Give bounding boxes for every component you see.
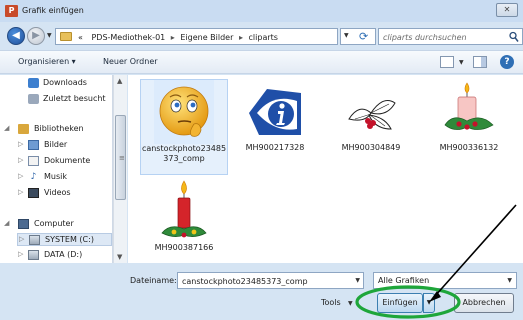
powerpoint-icon: P [5,5,18,17]
insert-options-dropdown[interactable]: ▼ [423,293,435,313]
nav-item-music[interactable]: ▷ ♪ Musik [18,171,112,184]
file-name: MH900217328 [245,143,305,152]
drive-icon [28,250,39,260]
insert-button[interactable]: Einfügen [377,293,423,313]
file-name: MH900336132 [439,143,499,152]
address-row: ◀ ▶ ▼ « PDS-Mediothek-01 ▸ Eigene Bilder… [0,24,523,48]
breadcrumb-item-cliparts[interactable]: cliparts [249,33,278,42]
chevron-right-icon[interactable]: ▸ [171,33,175,42]
nav-item-data-d[interactable]: ▷ DATA (D:) [18,249,112,262]
breadcrumb-item-mediothek[interactable]: PDS-Mediothek-01 [91,33,165,42]
recent-icon [28,94,39,104]
search-icon[interactable] [509,31,519,43]
chevron-down-icon[interactable]: ▼ [348,300,353,307]
breadcrumb-item-eigene-bilder[interactable]: Eigene Bilder [180,33,233,42]
chevron-down-icon[interactable]: ▼ [507,277,512,284]
pictures-icon [28,140,39,150]
downloads-icon [28,78,39,88]
holly-icon [348,100,396,130]
window-title: Grafik einfügen [22,6,84,15]
nav-item-libraries[interactable]: ◢ Bibliotheken [4,123,112,136]
nav-item-documents[interactable]: ▷ Dokumente [18,155,112,168]
breadcrumb-overflow[interactable]: « [78,33,83,42]
insert-picture-dialog: P Grafik einfügen ✕ ◀ ▶ ▼ « PDS-Mediothe… [0,0,523,320]
filename-dropdown[interactable]: ▼ [355,277,360,284]
collapse-triangle-icon[interactable]: ◢ [4,124,9,132]
thinking-emoji-icon [159,86,209,137]
close-button[interactable]: ✕ [496,3,518,17]
address-dropdown[interactable]: ▼ [344,32,349,39]
preview-pane-icon[interactable] [473,56,487,68]
file-item-mh900336132[interactable]: MH900336132 [425,79,513,153]
file-list: canstockphoto23485373_comp MH900217328 M… [128,75,523,263]
recent-pages-dropdown[interactable]: ▼ [47,32,52,39]
command-toolbar: Organisieren ▾ Neuer Ordner ▼ ? [0,50,523,74]
search-box[interactable] [378,28,523,45]
address-actions: ▼ ⟳ [340,28,376,45]
info-logo-icon [249,89,301,135]
expand-triangle-icon[interactable]: ▷ [19,235,24,243]
back-button[interactable]: ◀ [7,27,25,45]
chevron-right-icon[interactable]: ▸ [239,33,243,42]
documents-icon [28,156,39,166]
drive-icon [29,235,40,245]
candle-wreath-icon [444,82,494,130]
expand-triangle-icon[interactable]: ▷ [18,188,23,196]
libraries-icon [18,124,29,134]
refresh-icon[interactable]: ⟳ [359,30,368,43]
breadcrumb: « PDS-Mediothek-01 ▸ Eigene Bilder ▸ cli… [78,33,278,42]
videos-icon [28,188,39,198]
expand-triangle-icon[interactable]: ▷ [18,250,23,258]
view-mode-dropdown[interactable]: ▼ [459,59,464,66]
filename-label: Dateiname: [130,276,177,285]
nav-item-recent[interactable]: Zuletzt besucht [28,93,112,106]
forward-button[interactable]: ▶ [27,27,45,45]
filename-input[interactable] [182,275,347,287]
grip-icon: ≡ [119,154,125,162]
tools-menu[interactable]: Tools [321,298,341,307]
nav-item-videos[interactable]: ▷ Videos [18,187,112,200]
scroll-up-arrow[interactable]: ▲ [117,77,122,85]
music-icon: ♪ [28,172,39,182]
file-item-mh900217328[interactable]: MH900217328 [231,79,319,153]
navigation-pane: Downloads Zuletzt besucht ◢ Bibliotheken… [0,75,113,263]
file-name: MH900304849 [341,143,401,152]
file-name: MH900387166 [154,243,214,252]
dialog-footer: Dateiname: ▼ Alle Grafiken ▼ Tools ▼ Ein… [0,263,523,320]
scroll-down-arrow[interactable]: ▼ [117,253,122,261]
file-item-canstockphoto[interactable]: canstockphoto23485373_comp [140,79,228,175]
title-bar: P Grafik einfügen ✕ [0,0,523,22]
search-input[interactable] [383,31,503,43]
folder-icon [60,32,72,41]
help-icon[interactable]: ? [500,55,514,69]
address-bar[interactable]: « PDS-Mediothek-01 ▸ Eigene Bilder ▸ cli… [55,28,338,45]
cancel-button[interactable]: Abbrechen [454,293,514,313]
expand-triangle-icon[interactable]: ▷ [18,156,23,164]
scroll-thumb[interactable]: ≡ [115,115,126,200]
file-type-filter[interactable]: Alle Grafiken ▼ [373,272,517,289]
nav-item-computer[interactable]: ◢ Computer [4,218,112,231]
expand-triangle-icon[interactable]: ▷ [18,172,23,180]
file-type-value: Alle Grafiken [378,276,430,285]
nav-scrollbar[interactable]: ▲ ≡ ▼ [113,75,127,263]
expand-triangle-icon[interactable]: ▷ [18,140,23,148]
view-mode-icon[interactable] [440,56,454,68]
filename-field[interactable]: ▼ [177,272,364,289]
organize-button[interactable]: Organisieren ▾ [18,57,76,66]
file-item-mh900387166[interactable]: MH900387166 [140,179,228,253]
candle-icon [161,180,207,238]
computer-icon [18,219,29,229]
new-folder-button[interactable]: Neuer Ordner [103,57,158,66]
nav-item-downloads[interactable]: Downloads [28,77,112,90]
nav-item-system-c[interactable]: ▷ SYSTEM (C:) [17,233,112,246]
file-name: canstockphoto23485373_comp [141,144,227,163]
file-item-mh900304849[interactable]: MH900304849 [327,79,415,153]
collapse-triangle-icon[interactable]: ◢ [4,219,9,227]
nav-item-pictures[interactable]: ▷ Bilder [18,139,112,152]
